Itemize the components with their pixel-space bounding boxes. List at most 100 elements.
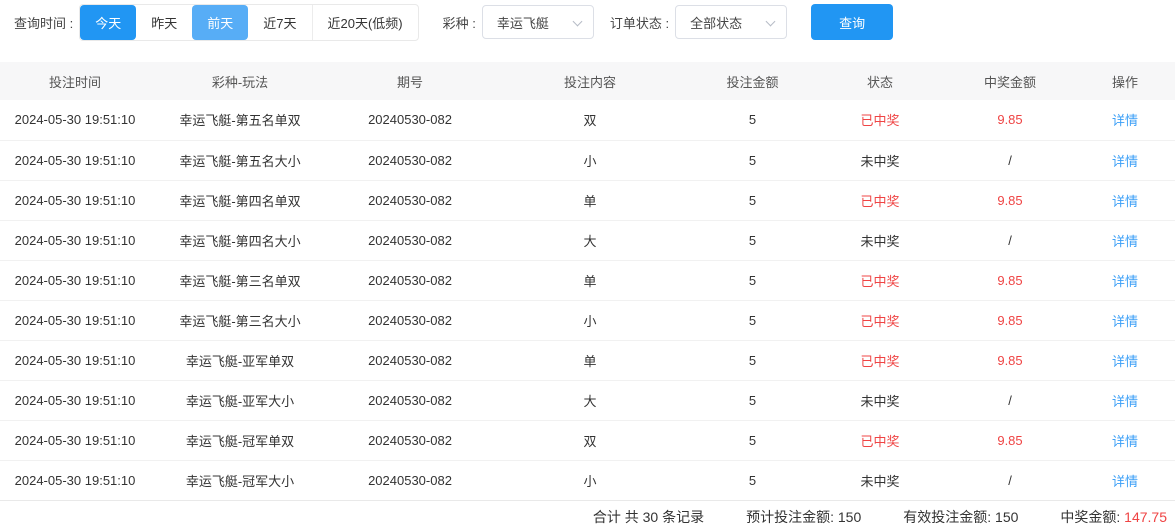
lottery-play-cell: 幸运飞艇-亚军单双 — [150, 340, 330, 380]
lottery-play-cell: 幸运飞艇-第五名大小 — [150, 140, 330, 180]
lottery-play-cell: 幸运飞艇-第三名大小 — [150, 300, 330, 340]
detail-link[interactable]: 详情 — [1112, 154, 1138, 169]
period-cell: 20240530-082 — [330, 420, 490, 460]
detail-link[interactable]: 详情 — [1112, 274, 1138, 289]
detail-link[interactable]: 详情 — [1112, 234, 1138, 249]
table-row: 2024-05-30 19:51:10 幸运飞艇-冠军大小 20240530-0… — [0, 460, 1175, 500]
valid-bet-label: 有效投注金额: — [903, 509, 991, 525]
total-prize-value: 147.75 — [1124, 509, 1167, 525]
status-cell: 已中奖 — [815, 340, 945, 380]
detail-link[interactable]: 详情 — [1112, 474, 1138, 489]
bet-content-cell: 单 — [490, 340, 690, 380]
order-status-label: 订单状态 : — [610, 13, 669, 32]
bet-time-cell: 2024-05-30 19:51:10 — [0, 340, 150, 380]
detail-link[interactable]: 详情 — [1112, 394, 1138, 409]
date-filter-today[interactable]: 今天 — [80, 5, 136, 40]
prize-cell: / — [945, 460, 1075, 500]
bet-time-cell: 2024-05-30 19:51:10 — [0, 420, 150, 460]
status-cell: 未中奖 — [815, 140, 945, 180]
bet-content-cell: 单 — [490, 180, 690, 220]
total-prize-amount: 中奖金额: 147.75 — [1060, 507, 1167, 527]
chevron-down-icon — [573, 17, 583, 27]
bet-amount-cell: 5 — [690, 100, 815, 140]
bet-content-cell: 小 — [490, 140, 690, 180]
bet-amount-cell: 5 — [690, 220, 815, 260]
status-cell: 已中奖 — [815, 100, 945, 140]
table-row: 2024-05-30 19:51:10 幸运飞艇-冠军单双 20240530-0… — [0, 420, 1175, 460]
expected-bet-amount: 预计投注金额: 150 — [746, 507, 861, 527]
lottery-play-cell: 幸运飞艇-第四名单双 — [150, 180, 330, 220]
bet-amount-cell: 5 — [690, 420, 815, 460]
bet-amount-cell: 5 — [690, 300, 815, 340]
total-prize-label: 中奖金额: — [1060, 509, 1120, 525]
date-filter-label: 查询时间 : — [14, 13, 73, 32]
prize-cell: 9.85 — [945, 340, 1075, 380]
header-period: 期号 — [330, 62, 490, 100]
prize-cell: 9.85 — [945, 300, 1075, 340]
lottery-play-cell: 幸运飞艇-冠军大小 — [150, 460, 330, 500]
total-records: 合计 共 30 条记录 — [593, 507, 704, 527]
header-status: 状态 — [815, 62, 945, 100]
detail-link[interactable]: 详情 — [1112, 434, 1138, 449]
bet-time-cell: 2024-05-30 19:51:10 — [0, 460, 150, 500]
status-cell: 已中奖 — [815, 260, 945, 300]
table-row: 2024-05-30 19:51:10 幸运飞艇-第五名单双 20240530-… — [0, 100, 1175, 140]
action-cell: 详情 — [1075, 380, 1175, 420]
bet-content-cell: 大 — [490, 380, 690, 420]
bet-amount-cell: 5 — [690, 180, 815, 220]
table-row: 2024-05-30 19:51:10 幸运飞艇-第四名大小 20240530-… — [0, 220, 1175, 260]
prize-cell: 9.85 — [945, 100, 1075, 140]
records-table: 投注时间 彩种-玩法 期号 投注内容 投注金额 状态 中奖金额 操作 2024-… — [0, 62, 1175, 500]
chevron-down-icon — [766, 17, 776, 27]
period-cell: 20240530-082 — [330, 140, 490, 180]
table-row: 2024-05-30 19:51:10 幸运飞艇-第三名大小 20240530-… — [0, 300, 1175, 340]
header-lottery-play: 彩种-玩法 — [150, 62, 330, 100]
prize-cell: 9.85 — [945, 420, 1075, 460]
prize-cell: / — [945, 220, 1075, 260]
period-cell: 20240530-082 — [330, 220, 490, 260]
action-cell: 详情 — [1075, 260, 1175, 300]
bet-amount-cell: 5 — [690, 260, 815, 300]
header-bet-amount: 投注金额 — [690, 62, 815, 100]
table-row: 2024-05-30 19:51:10 幸运飞艇-第三名单双 20240530-… — [0, 260, 1175, 300]
action-cell: 详情 — [1075, 460, 1175, 500]
period-cell: 20240530-082 — [330, 180, 490, 220]
table-header-row: 投注时间 彩种-玩法 期号 投注内容 投注金额 状态 中奖金额 操作 — [0, 62, 1175, 100]
status-cell: 未中奖 — [815, 220, 945, 260]
status-cell: 已中奖 — [815, 420, 945, 460]
date-filter-day-before[interactable]: 前天 — [192, 5, 248, 40]
action-cell: 详情 — [1075, 340, 1175, 380]
bet-time-cell: 2024-05-30 19:51:10 — [0, 180, 150, 220]
bet-content-cell: 双 — [490, 100, 690, 140]
detail-link[interactable]: 详情 — [1112, 314, 1138, 329]
valid-bet-amount: 有效投注金额: 150 — [903, 507, 1018, 527]
date-filter-last20days[interactable]: 近20天(低频) — [312, 5, 418, 40]
period-cell: 20240530-082 — [330, 340, 490, 380]
lottery-play-cell: 幸运飞艇-第五名单双 — [150, 100, 330, 140]
prize-cell: 9.85 — [945, 180, 1075, 220]
bet-content-cell: 小 — [490, 300, 690, 340]
table-row: 2024-05-30 19:51:10 幸运飞艇-第五名大小 20240530-… — [0, 140, 1175, 180]
period-cell: 20240530-082 — [330, 300, 490, 340]
period-cell: 20240530-082 — [330, 380, 490, 420]
lottery-play-cell: 幸运飞艇-第四名大小 — [150, 220, 330, 260]
detail-link[interactable]: 详情 — [1112, 113, 1138, 128]
detail-link[interactable]: 详情 — [1112, 354, 1138, 369]
bet-time-cell: 2024-05-30 19:51:10 — [0, 380, 150, 420]
order-status-select[interactable]: 全部状态 — [675, 5, 787, 39]
table-row: 2024-05-30 19:51:10 幸运飞艇-亚军大小 20240530-0… — [0, 380, 1175, 420]
lottery-type-select[interactable]: 幸运飞艇 — [482, 5, 594, 39]
filter-bar: 查询时间 : 今天 昨天 前天 近7天 近20天(低频) 彩种 : 幸运飞艇 订… — [0, 0, 1175, 44]
records-table-wrap: 投注时间 彩种-玩法 期号 投注内容 投注金额 状态 中奖金额 操作 2024-… — [0, 62, 1175, 500]
lottery-play-cell: 幸运飞艇-冠军单双 — [150, 420, 330, 460]
bet-time-cell: 2024-05-30 19:51:10 — [0, 220, 150, 260]
date-filter-yesterday[interactable]: 昨天 — [136, 5, 192, 40]
prize-cell: / — [945, 140, 1075, 180]
summary-bar: 合计 共 30 条记录 预计投注金额: 150 有效投注金额: 150 中奖金额… — [0, 500, 1175, 532]
status-cell: 未中奖 — [815, 380, 945, 420]
date-filter-last7days[interactable]: 近7天 — [248, 5, 311, 40]
status-cell: 已中奖 — [815, 300, 945, 340]
detail-link[interactable]: 详情 — [1112, 194, 1138, 209]
action-cell: 详情 — [1075, 100, 1175, 140]
query-button[interactable]: 查询 — [811, 4, 893, 40]
